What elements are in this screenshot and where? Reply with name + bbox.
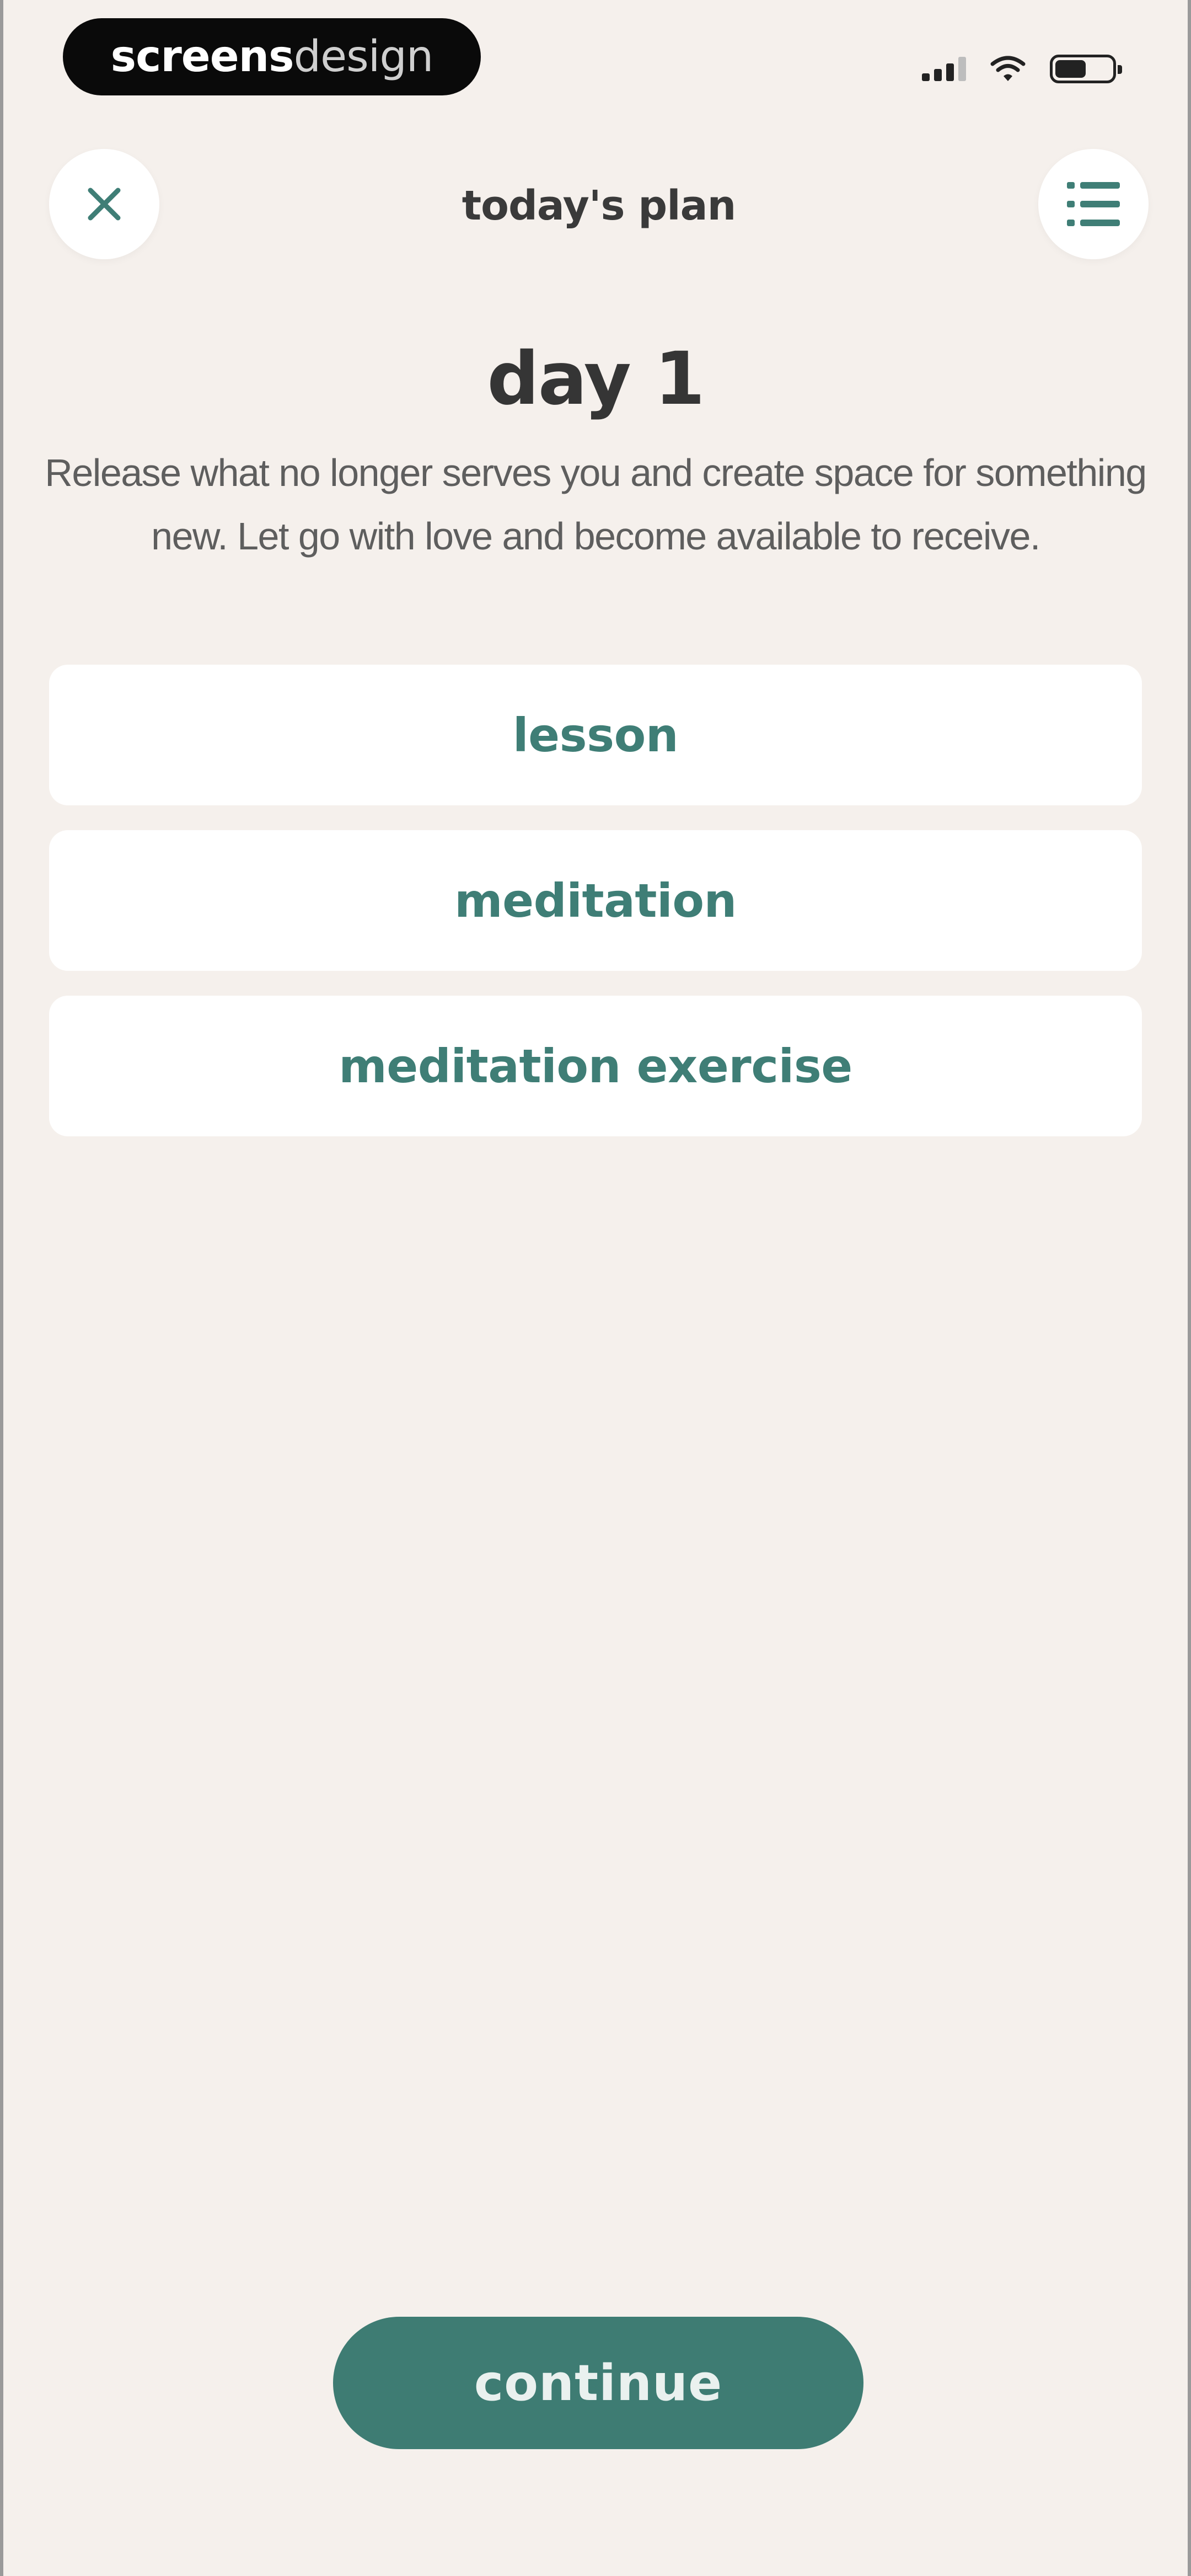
continue-button[interactable]: continue xyxy=(333,2317,863,2449)
app-screen: screens design today's plan day 1 Releas… xyxy=(0,0,1191,2576)
status-icons xyxy=(922,50,1122,88)
plan-list: lesson meditation meditation exercise xyxy=(49,665,1142,1136)
menu-button[interactable] xyxy=(1038,149,1149,259)
signal-icon xyxy=(922,57,966,81)
battery-level xyxy=(1055,60,1086,78)
plan-item-meditation[interactable]: meditation xyxy=(49,830,1142,971)
plan-item-meditation-exercise[interactable]: meditation exercise xyxy=(49,996,1142,1136)
brand-text-light: design xyxy=(293,32,434,82)
plan-item-lesson[interactable]: lesson xyxy=(49,665,1142,805)
header: today's plan xyxy=(3,149,1191,259)
brand-text-bold: screens xyxy=(110,32,294,82)
page-title: today's plan xyxy=(462,182,737,229)
day-description: Release what no longer serves you and cr… xyxy=(45,451,1147,558)
day-title: day 1 xyxy=(487,336,705,421)
list-icon xyxy=(1067,182,1120,226)
battery-icon xyxy=(1050,55,1122,83)
wifi-icon xyxy=(990,55,1026,83)
brand-logo-pill: screens design xyxy=(63,18,481,95)
